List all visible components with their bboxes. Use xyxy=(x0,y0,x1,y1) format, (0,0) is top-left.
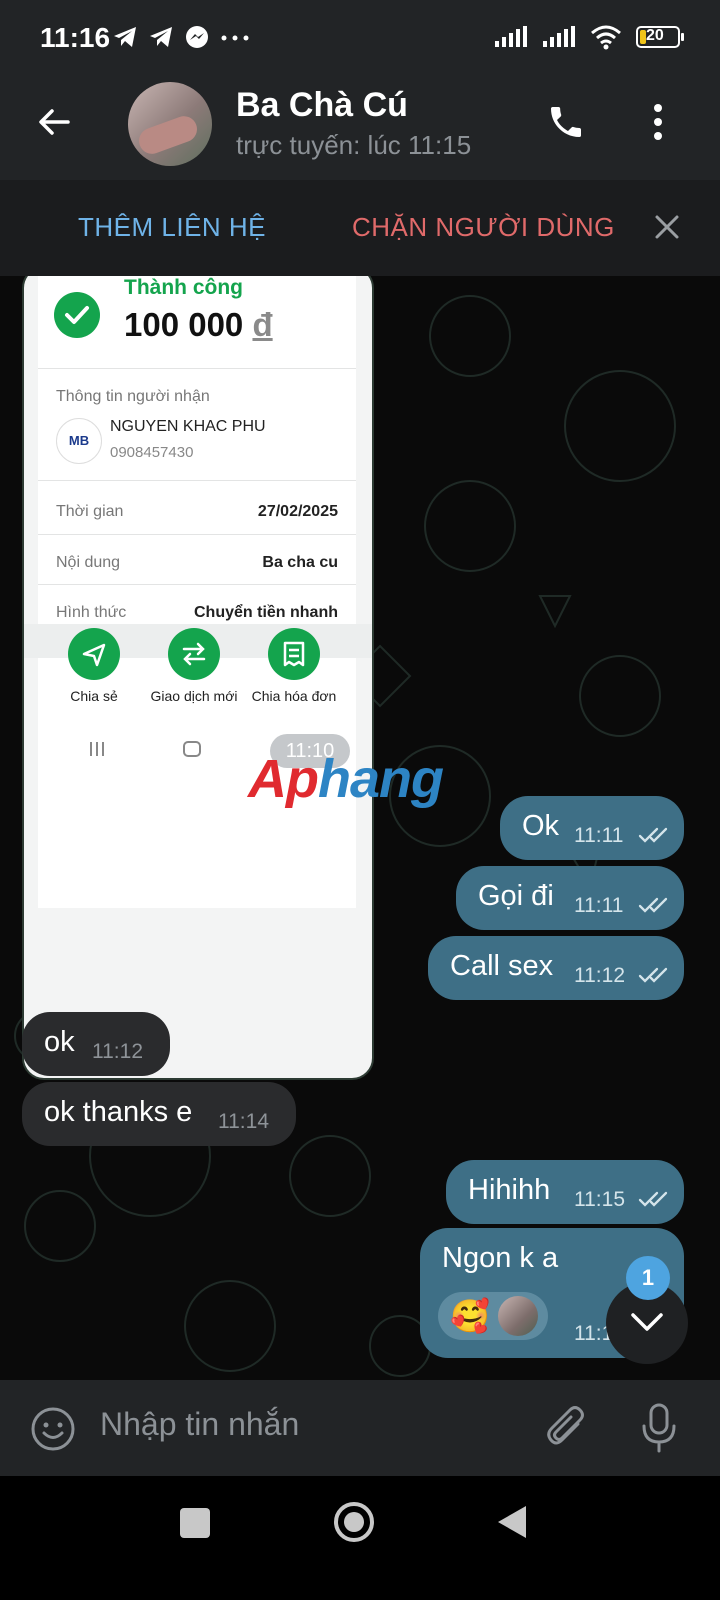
double-check-icon xyxy=(638,1191,668,1207)
receipt-status: Thành công xyxy=(124,276,243,299)
message-time: 11:12 xyxy=(92,1040,143,1063)
chat-header: Ba Chà Cú trực tuyến: lúc 11:15 xyxy=(0,76,720,180)
message-text: ok xyxy=(44,1026,75,1058)
double-check-icon xyxy=(638,827,668,843)
content-value: Ba cha cu xyxy=(262,554,338,571)
divider xyxy=(38,480,356,481)
receipt-amount: 100 000 đ xyxy=(124,306,273,344)
watermark-part: Ap xyxy=(248,749,319,809)
watermark-logo: Aphang xyxy=(248,748,444,810)
recents-button[interactable] xyxy=(180,1508,210,1538)
contact-status: trực tuyến: lúc 11:15 xyxy=(236,130,472,160)
telegram-icon xyxy=(150,27,172,47)
recipient-label: Thông tin người nhận xyxy=(56,388,210,405)
contact-avatar[interactable] xyxy=(128,82,212,166)
reaction-chip[interactable]: 🥰 xyxy=(438,1292,548,1340)
outgoing-message[interactable]: Gọi đi 11:11 xyxy=(456,866,684,930)
divider xyxy=(38,368,356,369)
contact-name[interactable]: Ba Chà Cú xyxy=(236,86,408,125)
system-icons: 20 xyxy=(494,24,684,50)
transfer-receipt-image: Thành công 100 000 đ Thông tin người nhậ… xyxy=(38,276,356,908)
message-time: 11:12 xyxy=(574,964,625,987)
divider xyxy=(38,534,356,535)
telegram-icon xyxy=(114,27,136,47)
message-text: Hihihh xyxy=(468,1174,551,1206)
incoming-message[interactable]: ok thanks e 11:14 xyxy=(22,1082,296,1146)
split-bill-label: Chia hóa đơn xyxy=(251,688,337,704)
currency-symbol: đ xyxy=(252,306,273,343)
message-time: 11:14 xyxy=(218,1110,269,1133)
signal-icon xyxy=(495,26,527,47)
check-circle-icon xyxy=(54,292,100,338)
reaction-emoji: 🥰 xyxy=(450,1298,490,1334)
attach-icon[interactable] xyxy=(544,1404,588,1452)
home-button[interactable] xyxy=(332,1500,376,1544)
unread-badge: 1 xyxy=(626,1256,670,1300)
bank-name: MB xyxy=(68,433,90,448)
message-text: Ok xyxy=(522,810,560,842)
amount-value: 100 000 xyxy=(124,306,244,343)
share-label: Chia sẻ xyxy=(70,688,118,704)
message-time: 11:11 xyxy=(574,894,624,917)
reactor-avatar xyxy=(498,1296,538,1336)
notification-icons xyxy=(112,24,250,50)
outgoing-message[interactable]: Call sex 11:12 xyxy=(428,936,684,1000)
time-value: 27/02/2025 xyxy=(257,503,338,520)
message-text: Call sex xyxy=(450,950,554,982)
back-arrow-icon[interactable] xyxy=(36,106,72,138)
more-notifications-icon xyxy=(221,35,249,41)
outgoing-message[interactable]: Hihihh 11:15 xyxy=(446,1160,684,1224)
signal-icon xyxy=(543,26,575,47)
phone-icon[interactable] xyxy=(546,102,586,142)
incoming-message[interactable]: ok 11:12 xyxy=(22,1012,170,1076)
message-input[interactable]: Nhập tin nhắn xyxy=(100,1406,299,1443)
mic-icon[interactable] xyxy=(640,1402,678,1454)
chat-area[interactable]: Thành công 100 000 đ Thông tin người nhậ… xyxy=(0,276,720,1406)
emoji-icon[interactable] xyxy=(30,1406,76,1452)
transfer-icon xyxy=(168,628,220,680)
close-icon[interactable] xyxy=(654,214,680,240)
message-time: 11:11 xyxy=(574,824,624,847)
status-bar: 11:16 20 xyxy=(0,0,720,76)
add-contact-button[interactable]: THÊM LIÊN HỆ xyxy=(78,212,266,243)
recipient-name: NGUYEN KHAC PHU xyxy=(110,418,266,435)
messenger-icon xyxy=(186,26,208,48)
double-check-icon xyxy=(638,897,668,913)
photo-message[interactable]: Thành công 100 000 đ Thông tin người nhậ… xyxy=(22,276,374,1080)
back-button[interactable] xyxy=(496,1504,528,1540)
share-icon xyxy=(68,628,120,680)
divider xyxy=(38,584,356,585)
watermark-part: hang xyxy=(317,749,444,809)
chevron-down-icon xyxy=(631,1313,663,1331)
unknown-contact-bar: THÊM LIÊN HỆ CHẶN NGƯỜI DÙNG xyxy=(0,180,720,276)
outgoing-message[interactable]: Ok 11:11 xyxy=(500,796,684,860)
battery-icon: 20 xyxy=(636,26,684,48)
wifi-icon xyxy=(591,25,621,50)
battery-level: 20 xyxy=(646,27,664,44)
method-value: Chuyển tiền nhanh xyxy=(194,604,338,621)
message-input-bar: Nhập tin nhắn xyxy=(0,1380,720,1476)
message-time: 11:15 xyxy=(574,1188,625,1211)
status-time: 11:16 xyxy=(40,22,111,53)
system-nav-bar xyxy=(0,1476,720,1600)
content-label: Nội dung xyxy=(56,554,121,571)
message-text: Gọi đi xyxy=(478,880,554,912)
method-label: Hình thức xyxy=(56,604,127,621)
bank-logo: MB xyxy=(56,418,102,464)
message-text: Ngon k a xyxy=(442,1242,559,1274)
new-transaction-label: Giao dịch mới xyxy=(150,688,238,704)
block-user-button[interactable]: CHẶN NGƯỜI DÙNG xyxy=(352,212,615,243)
time-label: Thời gian xyxy=(56,503,124,520)
message-text: ok thanks e xyxy=(44,1096,193,1128)
bill-icon xyxy=(268,628,320,680)
recipient-phone: 0908457430 xyxy=(110,444,194,461)
more-vert-icon[interactable] xyxy=(650,102,666,142)
double-check-icon xyxy=(638,967,668,983)
